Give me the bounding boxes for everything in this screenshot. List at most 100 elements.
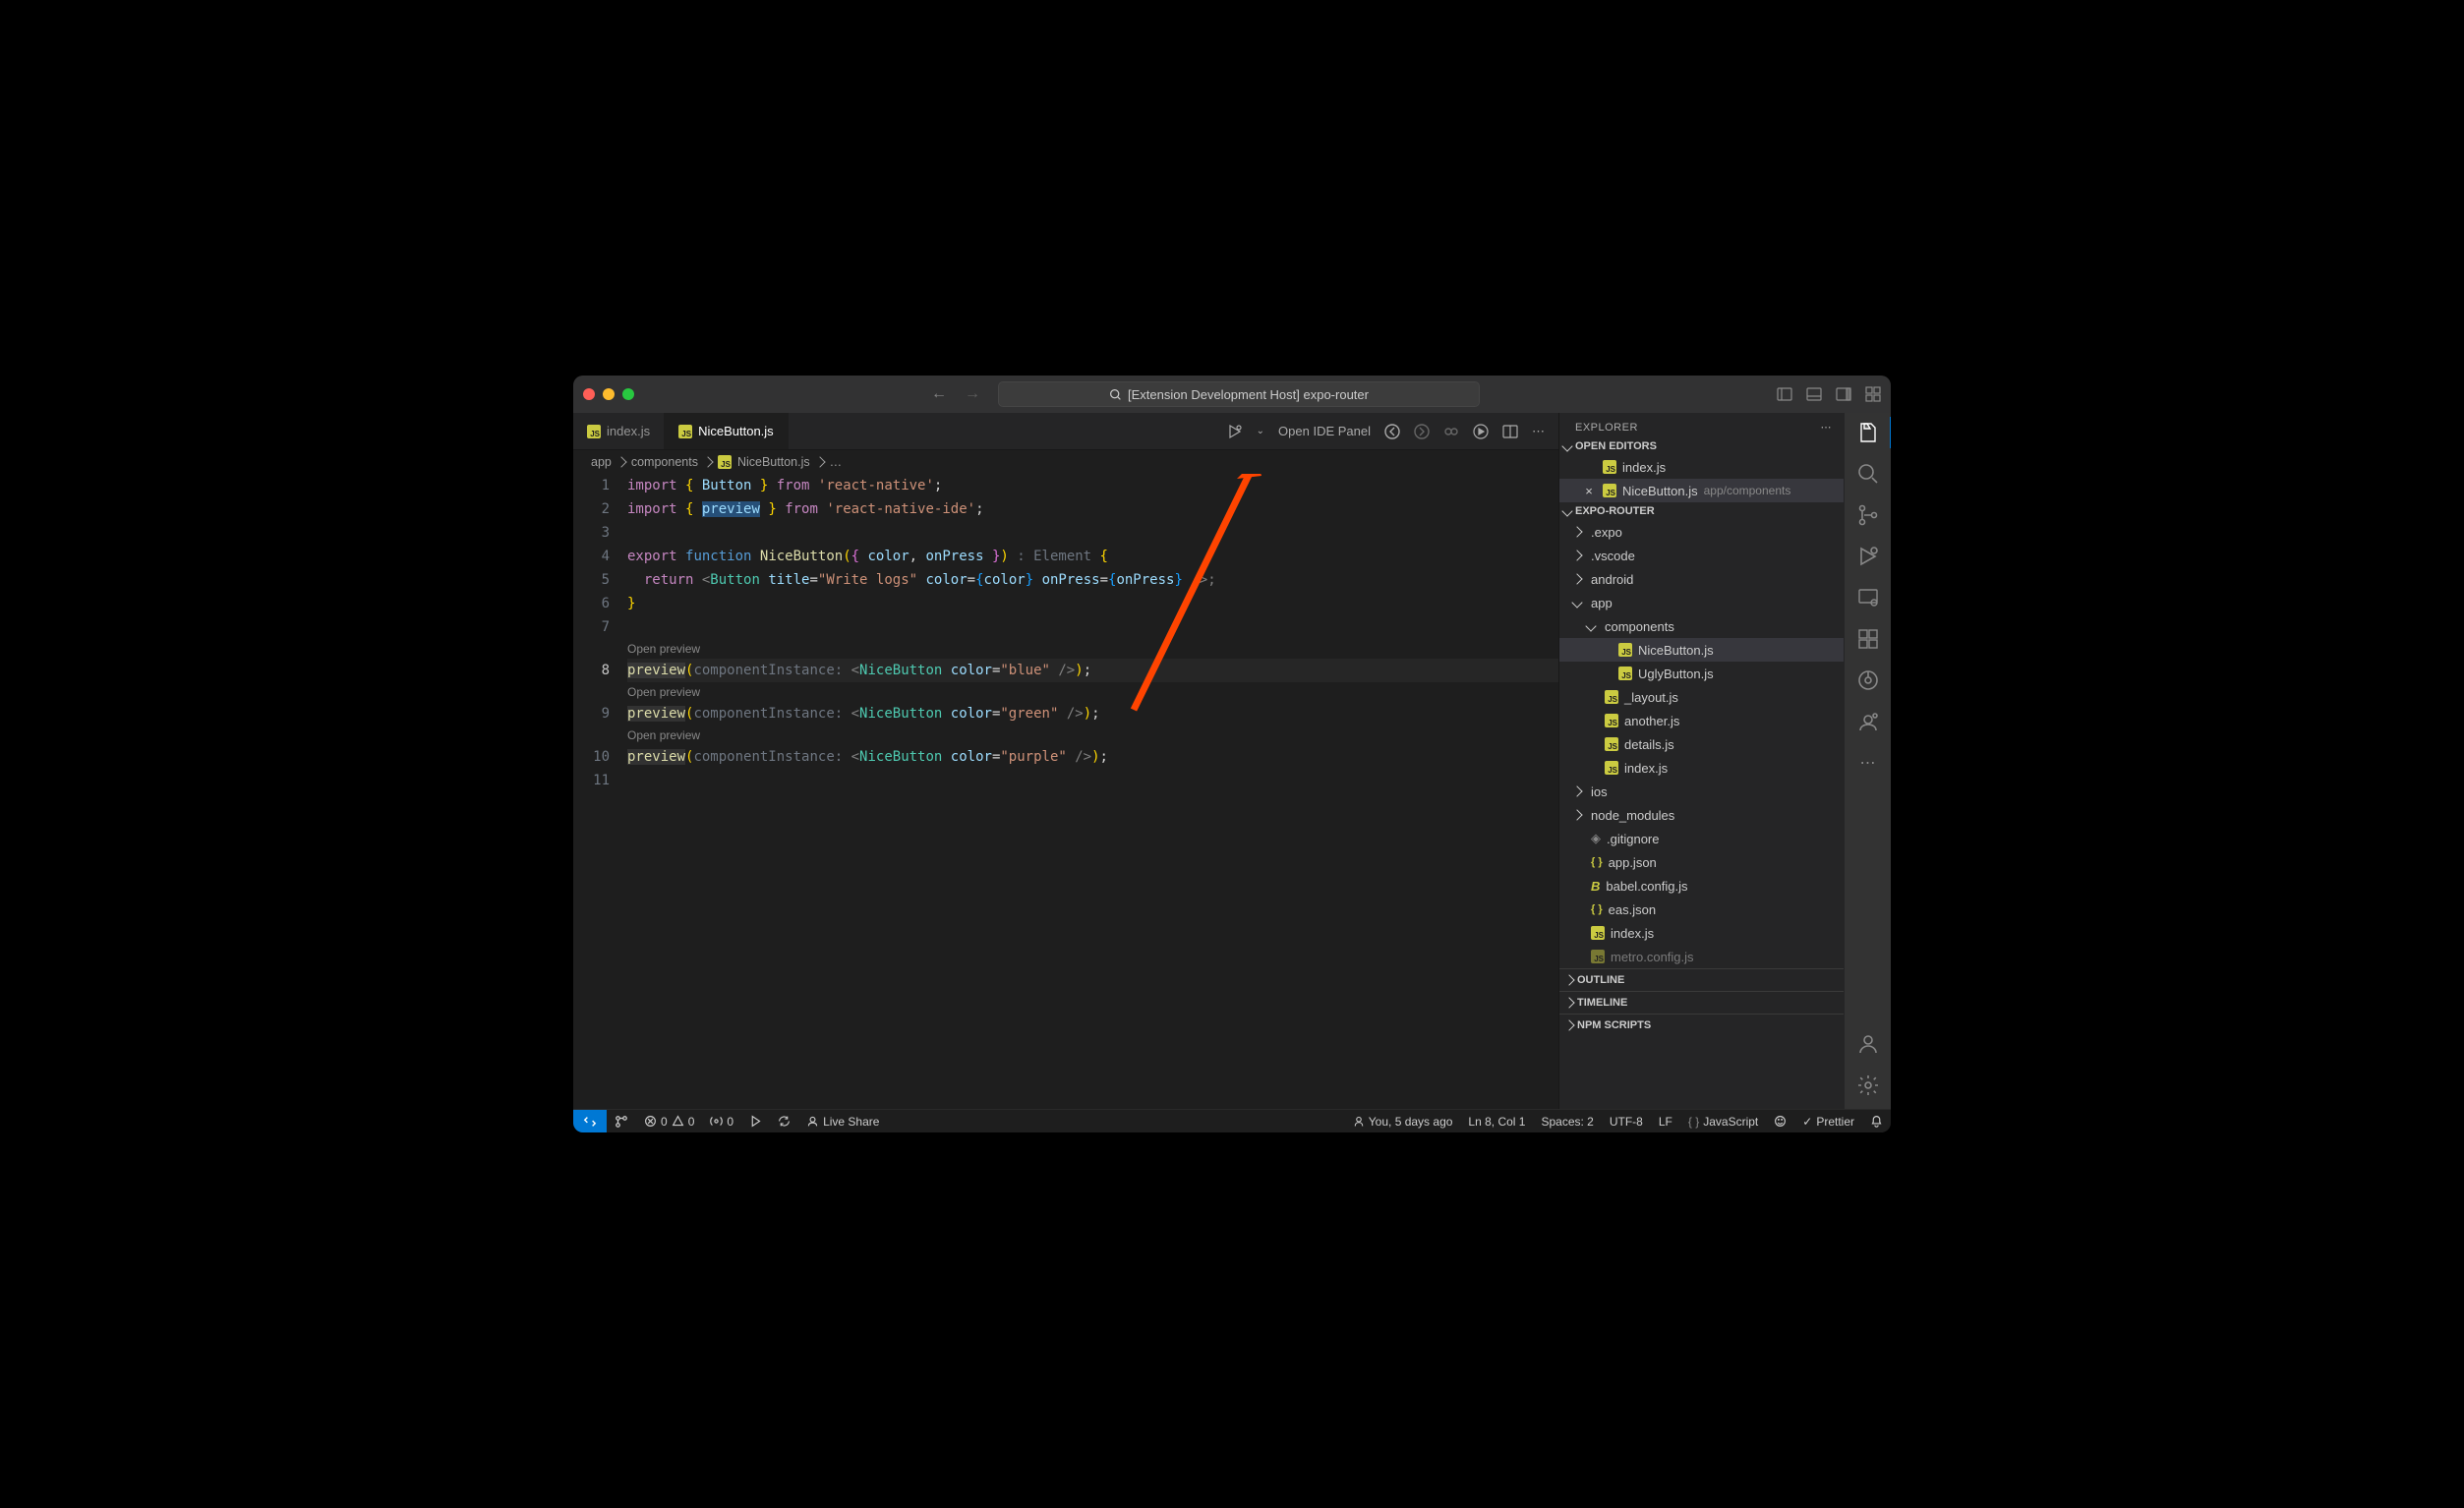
run-debug-activity-icon[interactable] — [1856, 545, 1880, 568]
chevron-icon — [1585, 620, 1596, 631]
layout-left-icon[interactable] — [1777, 386, 1792, 402]
file-tree-item[interactable]: JSmetro.config.js — [1559, 945, 1844, 968]
tree-item-label: details.js — [1624, 737, 1674, 752]
open-editors-section[interactable]: OPEN EDITORS — [1559, 437, 1844, 455]
source-control-activity-icon[interactable] — [1856, 503, 1880, 527]
js-file-icon: JS — [718, 455, 732, 469]
open-ide-panel-button[interactable]: Open IDE Panel — [1278, 424, 1371, 438]
accounts-activity-icon[interactable] — [1856, 1032, 1880, 1056]
feedback-status[interactable] — [1766, 1115, 1794, 1129]
tree-item-label: ios — [1591, 784, 1608, 799]
code-content[interactable]: import { Button } from 'react-native'; i… — [627, 474, 1558, 1109]
file-tree-item[interactable]: { }eas.json — [1559, 898, 1844, 921]
run-debug-icon[interactable] — [1227, 424, 1243, 439]
more-actions-icon[interactable]: ⋯ — [1821, 421, 1833, 434]
indentation-status[interactable]: Spaces: 2 — [1533, 1115, 1601, 1129]
live-share-activity-icon[interactable] — [1856, 710, 1880, 733]
settings-activity-icon[interactable] — [1856, 1073, 1880, 1097]
tab-nicebutton-js[interactable]: JS NiceButton.js — [665, 413, 789, 449]
more-actions-icon[interactable]: ⋯ — [1532, 424, 1545, 439]
file-tree-item[interactable]: JSNiceButton.js — [1559, 638, 1844, 662]
notifications-status[interactable] — [1862, 1115, 1891, 1129]
minimize-window-button[interactable] — [603, 388, 615, 400]
eol-status[interactable]: LF — [1651, 1115, 1680, 1129]
breadcrumb-part[interactable]: app — [591, 455, 612, 469]
search-activity-icon[interactable] — [1856, 462, 1880, 486]
chevron-down-icon[interactable]: ⌄ — [1257, 426, 1264, 436]
breadcrumb[interactable]: app components JS NiceButton.js … — [573, 450, 1558, 474]
sync-icon — [778, 1115, 791, 1128]
codelens-open-preview[interactable]: Open preview — [627, 725, 1558, 745]
project-root-section[interactable]: EXPO-ROUTER — [1559, 502, 1844, 520]
file-tree-item[interactable]: JSindex.js — [1559, 756, 1844, 780]
git-branch-status[interactable] — [607, 1115, 636, 1129]
file-tree-item[interactable]: JSdetails.js — [1559, 732, 1844, 756]
overflow-activity-icon[interactable]: ⋯ — [1856, 751, 1880, 775]
close-window-button[interactable] — [583, 388, 595, 400]
bell-icon — [1870, 1115, 1883, 1128]
folder-tree-item[interactable]: android — [1559, 567, 1844, 591]
breadcrumb-part[interactable]: components — [631, 455, 698, 469]
cursor-position-status[interactable]: Ln 8, Col 1 — [1460, 1115, 1533, 1129]
check-icon: ✓ — [1802, 1115, 1812, 1129]
problems-status[interactable]: 0 0 — [636, 1115, 702, 1129]
live-share-status[interactable]: Live Share — [798, 1115, 887, 1129]
folder-tree-item[interactable]: .expo — [1559, 520, 1844, 544]
maximize-window-button[interactable] — [622, 388, 634, 400]
folder-tree-item[interactable]: node_modules — [1559, 803, 1844, 827]
layout-right-icon[interactable] — [1836, 386, 1851, 402]
customize-layout-icon[interactable] — [1865, 386, 1881, 402]
language-mode-status[interactable]: { } JavaScript — [1680, 1115, 1766, 1129]
split-editor-icon[interactable] — [1502, 424, 1518, 439]
tab-index-js[interactable]: JS index.js — [573, 413, 665, 449]
git-blame-status[interactable]: You, 5 days ago — [1345, 1115, 1461, 1129]
open-editor-item[interactable]: JS index.js — [1559, 455, 1844, 479]
js-file-icon: JS — [587, 425, 601, 438]
sync-status[interactable] — [770, 1115, 798, 1128]
debug-status[interactable] — [741, 1115, 770, 1128]
folder-tree-item[interactable]: app — [1559, 591, 1844, 614]
nav-back-icon[interactable]: ← — [931, 385, 947, 403]
command-center-text: [Extension Development Host] expo-router — [1128, 387, 1369, 402]
file-tree-item[interactable]: Bbabel.config.js — [1559, 874, 1844, 898]
folder-tree-item[interactable]: .vscode — [1559, 544, 1844, 567]
folder-tree-item[interactable]: components — [1559, 614, 1844, 638]
run-file-icon[interactable] — [1473, 424, 1489, 439]
extensions-activity-icon[interactable] — [1856, 627, 1880, 651]
file-tree-item[interactable]: JS_layout.js — [1559, 685, 1844, 709]
codelens-open-preview[interactable]: Open preview — [627, 639, 1558, 659]
remote-indicator[interactable] — [573, 1110, 607, 1132]
branch-icon — [615, 1115, 628, 1129]
file-tree-item[interactable]: { }app.json — [1559, 850, 1844, 874]
activity-bar: ⋯ — [1844, 413, 1891, 1109]
go-back-icon[interactable] — [1384, 424, 1400, 439]
codelens-open-preview[interactable]: Open preview — [627, 682, 1558, 702]
outline-section[interactable]: OUTLINE — [1559, 968, 1844, 991]
prettier-status[interactable]: ✓ Prettier — [1794, 1115, 1862, 1129]
link-icon[interactable] — [1443, 424, 1459, 439]
file-tree-item[interactable]: JSUglyButton.js — [1559, 662, 1844, 685]
radio-icon — [710, 1115, 723, 1128]
go-forward-icon[interactable] — [1414, 424, 1430, 439]
open-editor-item[interactable]: × JS NiceButton.js app/components — [1559, 479, 1844, 502]
tree-item-label: babel.config.js — [1606, 879, 1687, 894]
file-tree-item[interactable]: JSanother.js — [1559, 709, 1844, 732]
npm-scripts-section[interactable]: NPM SCRIPTS — [1559, 1014, 1844, 1036]
timeline-section[interactable]: TIMELINE — [1559, 991, 1844, 1014]
remote-explorer-activity-icon[interactable] — [1856, 586, 1880, 609]
file-tree-item[interactable]: ◈.gitignore — [1559, 827, 1844, 850]
ports-status[interactable]: 0 — [702, 1115, 741, 1129]
close-icon[interactable]: × — [1581, 484, 1597, 498]
gitlens-activity-icon[interactable] — [1856, 668, 1880, 692]
nav-forward-icon[interactable]: → — [965, 385, 980, 403]
explorer-activity-icon[interactable] — [1856, 421, 1880, 444]
code-editor[interactable]: 1 2 3 4 5 6 7 8 9 10 11 import { Button — [573, 474, 1558, 1109]
folder-tree-item[interactable]: ios — [1559, 780, 1844, 803]
layout-bottom-icon[interactable] — [1806, 386, 1822, 402]
file-tree-item[interactable]: JSindex.js — [1559, 921, 1844, 945]
command-center[interactable]: [Extension Development Host] expo-router — [998, 381, 1480, 407]
breadcrumb-file[interactable]: NiceButton.js — [737, 455, 810, 469]
json-file-icon: { } — [1591, 856, 1603, 868]
encoding-status[interactable]: UTF-8 — [1602, 1115, 1651, 1129]
tree-item-label: another.js — [1624, 714, 1679, 728]
